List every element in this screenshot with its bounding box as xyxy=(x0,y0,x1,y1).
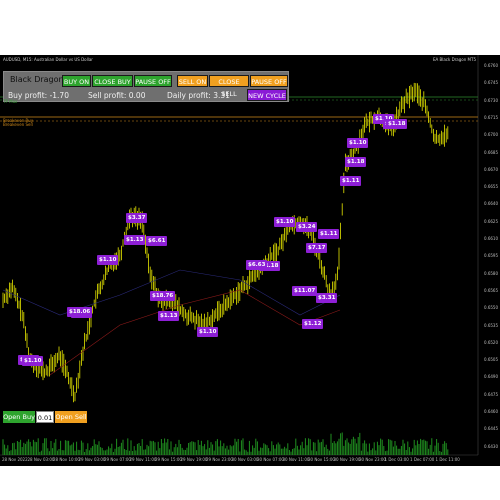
close-sell-button[interactable]: CLOSE SELL xyxy=(209,75,249,98)
price-tick: 0.6640 xyxy=(484,201,498,207)
time-tick: 29 Nov 03:00 xyxy=(78,457,106,462)
time-tick: 30 Nov 15:00 xyxy=(308,457,335,462)
price-tick: 0.6745 xyxy=(484,80,498,86)
price-tick: 0.6430 xyxy=(484,443,498,449)
open-sell-button[interactable]: Open Sell xyxy=(55,411,87,423)
price-tick: 0.6715 xyxy=(484,114,498,120)
trade-profit-badge: $18.06 xyxy=(67,307,93,317)
trade-profit-badge: $11.07 xyxy=(292,286,318,296)
lot-size-input[interactable]: 0.01 xyxy=(36,411,54,423)
time-tick: 29 Nov 11:00 xyxy=(129,457,157,462)
price-tick: 0.6550 xyxy=(484,305,498,311)
pause-off-buy-button[interactable]: PAUSE OFF xyxy=(134,75,172,87)
price-tick: 0.6760 xyxy=(484,63,498,68)
trade-profit-badge: $1.11 xyxy=(340,176,362,186)
time-tick: 29 Nov 19:00 xyxy=(180,457,208,462)
trade-profit-badge: $7.17 xyxy=(306,243,328,253)
brand-label: Black Dragon xyxy=(10,75,64,84)
trade-profit-badge: $1.10 xyxy=(347,138,369,148)
trade-profit-badge: $3.31 xyxy=(316,293,338,303)
sell-on-button[interactable]: SELL ON xyxy=(177,75,208,87)
screenshot: AUDUSD, M15: Australian Dollar vs US Dol… xyxy=(0,0,500,500)
daily-profit: Daily profit: 3.31 xyxy=(167,91,230,100)
time-tick: 28 Nov 2022 xyxy=(2,457,28,462)
trade-profit-badge: $1.10 xyxy=(22,356,44,366)
trade-profit-badge: $1.13 xyxy=(158,311,180,321)
trade-profit-badge: $1.12 xyxy=(302,319,324,329)
breakeven-sell-label: Breakeven Sell xyxy=(3,122,33,127)
trade-profit-badge: $1.10 xyxy=(97,255,119,265)
price-tick: 0.6475 xyxy=(484,391,498,397)
time-tick: 30 Nov 07:00 xyxy=(257,457,284,462)
price-tick: 0.6505 xyxy=(484,357,498,363)
close-buy-button[interactable]: CLOSE BUY xyxy=(92,75,133,87)
pause-off-sell-button[interactable]: PAUSE OFF xyxy=(250,75,288,87)
price-tick: 0.6700 xyxy=(484,132,498,138)
trade-profit-badge: $1.13 xyxy=(124,235,146,245)
price-tick: 0.6445 xyxy=(484,426,498,432)
trade-profit-badge: $1.10 xyxy=(274,217,296,227)
time-tick: 29 Nov 23:00 xyxy=(206,457,233,462)
trade-profit-badge: $1.11 xyxy=(318,229,340,239)
price-tick: 0.6535 xyxy=(484,322,498,328)
sell-profit: Sell profit: 0.00 xyxy=(88,91,146,100)
time-tick: 1 Dec 11:00 xyxy=(435,457,460,462)
trade-profit-badge: $6.61 xyxy=(146,236,168,246)
chart-window: AUDUSD, M15: Australian Dollar vs US Dol… xyxy=(0,55,500,466)
price-tick: 0.6730 xyxy=(484,97,498,103)
time-tick: 30 Nov 23:00 xyxy=(359,457,386,462)
price-tick: 0.6565 xyxy=(484,287,498,293)
price-tick: 0.6670 xyxy=(484,166,498,172)
time-tick: 28 Nov 10:00 xyxy=(53,457,80,462)
trade-profit-badge: $1.18 xyxy=(345,157,367,167)
trade-profit-badge: $3.37 xyxy=(126,213,148,223)
price-tick: 0.6595 xyxy=(484,253,498,259)
price-tick: 0.6580 xyxy=(484,270,498,276)
time-tick: 30 Nov 19:00 xyxy=(333,457,361,462)
time-tick: 29 Nov 15:00 xyxy=(155,457,182,462)
open-buy-button[interactable]: Open Buy xyxy=(3,411,35,423)
trade-profit-badge: $6.63 xyxy=(246,260,268,270)
price-tick: 0.6520 xyxy=(484,339,498,345)
trade-profit-badge: $18.76 xyxy=(150,291,176,301)
trade-profit-badge: $1.10 xyxy=(197,327,219,337)
trade-profit-badge: $3.24 xyxy=(296,222,318,232)
new-cycle-button[interactable]: NEW CYCLE xyxy=(247,89,287,101)
time-tick: 1 Dec 03:00 xyxy=(384,457,409,462)
time-tick: 30 Nov 03:00 xyxy=(231,457,259,462)
price-tick: 0.6460 xyxy=(484,409,498,414)
symbol-title: AUDUSD, M15: Australian Dollar vs US Dol… xyxy=(3,57,93,62)
price-tick: 0.6685 xyxy=(484,149,498,155)
trade-profit-badge: $1.18 xyxy=(386,119,408,129)
ma-line-2 xyxy=(49,289,341,376)
time-tick: 29 Nov 07:00 xyxy=(104,457,131,462)
price-tick: 0.6655 xyxy=(484,184,498,190)
time-tick: 1 Dec 07:00 xyxy=(410,457,435,462)
ea-control-panel: Black Dragon BUY ON CLOSE BUY PAUSE OFF … xyxy=(3,71,289,102)
price-tick: 0.6625 xyxy=(484,218,498,224)
tp-max-label: TP Max xyxy=(3,99,18,104)
time-tick: 28 Nov 03:00 xyxy=(27,457,55,462)
ea-title: EA Black Dragon MT5 xyxy=(432,57,476,62)
buy-on-button[interactable]: BUY ON xyxy=(62,75,91,87)
time-tick: 30 Nov 11:00 xyxy=(282,457,310,462)
price-tick: 0.6610 xyxy=(484,236,498,241)
price-tick: 0.6490 xyxy=(484,374,498,380)
